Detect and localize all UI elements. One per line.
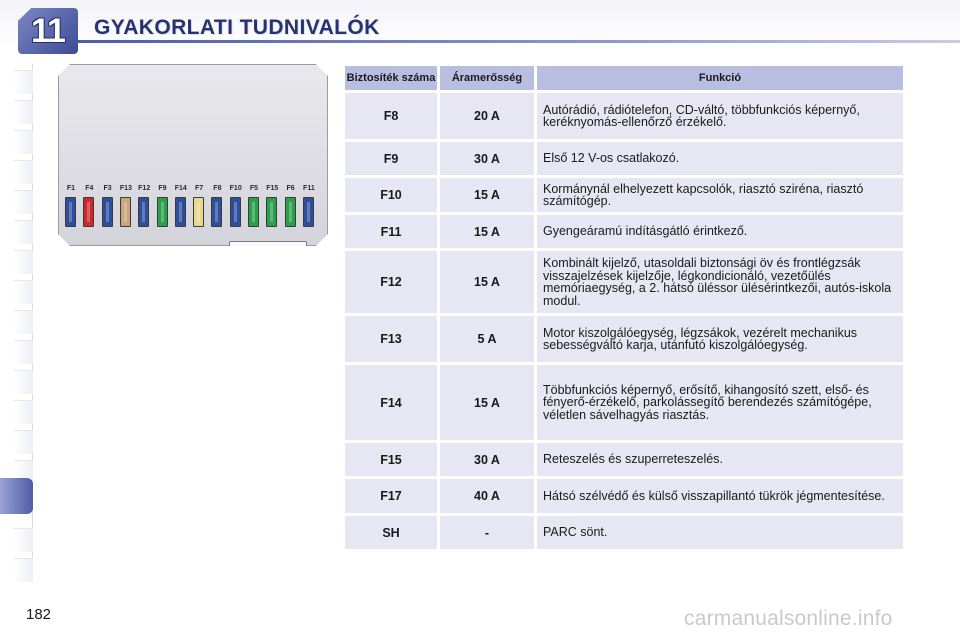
function-cell: PARC sönt. [537, 516, 903, 549]
index-tab[interactable] [14, 340, 33, 364]
fuse-label: F6 [286, 185, 295, 192]
fuse-label: F1 [66, 185, 76, 192]
table-row: F8 20 A Autórádió, rádiótelefon, CD-váltó,… [345, 93, 903, 139]
table-row: F13 5 A Motor kiszolgálóegység, légzsákok,… [345, 316, 903, 362]
index-tab-active[interactable] [0, 478, 33, 514]
fuse [248, 197, 259, 227]
fuse-label: F15 [266, 185, 279, 192]
fuse-label: F12 [138, 185, 151, 192]
index-tab[interactable] [14, 190, 33, 214]
fuse [83, 197, 95, 227]
fuse [229, 197, 241, 227]
fuse-number-cell: SH [345, 516, 440, 549]
fuse-label: F10 [229, 185, 242, 192]
header-amperage: Áramerősség [440, 66, 537, 90]
index-tab[interactable] [14, 528, 33, 552]
fuse-number-cell: F13 [345, 316, 440, 362]
fuse [156, 197, 168, 227]
fuse-number-cell: F17 [345, 479, 440, 513]
function-cell: Első 12 V-os csatlakozó. [537, 142, 903, 175]
table-row: F12 15 A Kombinált kijelző, utasoldali biz… [345, 251, 903, 313]
fuse-label: F7 [195, 185, 204, 192]
fuse-label: F4 [85, 185, 94, 192]
fuse-number-cell: F11 [345, 215, 440, 248]
amperage-cell: 15 A [440, 251, 537, 313]
section-title: GYAKORLATI TUDNIVALÓK [94, 16, 380, 39]
fuse [65, 197, 76, 227]
fuse-label: F5 [249, 185, 259, 192]
amperage-cell: 15 A [440, 178, 537, 212]
amperage-cell: 30 A [440, 443, 537, 476]
table-row: F11 15 A Gyengeáramú indításgátló érintkez… [345, 215, 903, 248]
header-fuse-number: Biztosíték száma [345, 66, 440, 90]
fuse-label: F8 [213, 185, 222, 192]
function-cell: Többfunkciós képernyő, erősítő, kihangos… [537, 365, 903, 440]
index-tab[interactable] [14, 160, 33, 184]
table-row: F15 30 A Reteszelés és szuperreteszelés. [345, 443, 903, 476]
index-tab[interactable] [14, 400, 33, 424]
table-row: F17 40 A Hátsó szélvédő és külső visszapil… [345, 479, 903, 513]
fuse [266, 197, 278, 227]
index-tab[interactable] [14, 370, 33, 394]
amperage-cell: 5 A [440, 316, 537, 362]
amperage-cell: - [440, 516, 537, 549]
fuse-number-cell: F15 [345, 443, 440, 476]
fuse-label: F3 [103, 185, 112, 192]
fuse-number-cell: F8 [345, 93, 440, 139]
fuse [101, 197, 113, 227]
fuse-number-cell: F12 [345, 251, 440, 313]
fuse-number-cell: F14 [345, 365, 440, 440]
function-cell: Motor kiszolgálóegység, légzsákok, vezér… [537, 316, 903, 362]
header-function: Funkció [537, 66, 903, 90]
sh-label: SH [274, 245, 287, 255]
fuse [138, 197, 150, 227]
index-tab[interactable] [14, 100, 33, 124]
function-cell: Autórádió, rádiótelefon, CD-váltó, többf… [537, 93, 903, 139]
table-header-row: Biztosíték száma Áramerősség Funkció [345, 66, 903, 90]
sh-shunt-slot: SH [229, 241, 307, 257]
amperage-cell: 15 A [440, 365, 537, 440]
fuse-label: F14 [174, 185, 187, 192]
index-tab[interactable] [14, 310, 33, 334]
table-row: F9 30 A Első 12 V-os csatlakozó. [345, 142, 903, 175]
amperage-cell: 30 A [440, 142, 537, 175]
table-row: F10 15 A Kormánynál elhelyezett kapcsolók,… [345, 178, 903, 212]
fuse [174, 197, 186, 227]
amperage-cell: 40 A [440, 479, 537, 513]
fuse [211, 197, 223, 227]
index-tab[interactable] [14, 430, 33, 454]
fuse-box-diagram: F1F4F3F13F12F9F14F7F8F10F5F15F6F11 SH F1… [58, 64, 328, 246]
fuse-label: F13 [119, 185, 132, 192]
amperage-cell: 15 A [440, 215, 537, 248]
fuse-label: F9 [158, 185, 167, 192]
page-number: 182 [26, 606, 52, 623]
index-tab[interactable] [14, 280, 33, 304]
index-tab[interactable] [14, 130, 33, 154]
function-cell: Hátsó szélvédő és külső visszapillantó t… [537, 479, 903, 513]
index-tab[interactable] [14, 70, 33, 94]
chapter-badge: 11 [18, 8, 78, 54]
amperage-cell: 20 A [440, 93, 537, 139]
fuse [119, 197, 131, 227]
function-cell: Kormánynál elhelyezett kapcsolók, riaszt… [537, 178, 903, 212]
fuse-label: F11 [303, 185, 315, 192]
fuse-number-cell: F10 [345, 178, 440, 212]
function-cell: Kombinált kijelző, utasoldali biztonsági… [537, 251, 903, 313]
sh-shunt [242, 247, 270, 257]
header-rule [60, 40, 960, 43]
index-tab[interactable] [14, 558, 33, 582]
watermark: carmanualsonline.info [684, 607, 893, 630]
fuse-table: Biztosíték száma Áramerősség Funkció F8 2… [345, 63, 903, 552]
table-row: SH - PARC sönt. [345, 516, 903, 549]
index-tab[interactable] [14, 220, 33, 244]
function-cell: Gyengeáramú indításgátló érintkező. [537, 215, 903, 248]
fuse-number-cell: F9 [345, 142, 440, 175]
function-cell: Reteszelés és szuperreteszelés. [537, 443, 903, 476]
fuse [302, 197, 314, 227]
index-tab[interactable] [14, 250, 33, 274]
fuse [193, 197, 205, 227]
fuse [284, 197, 296, 227]
table-row: F14 15 A Többfunkciós képernyő, erősítő, k… [345, 365, 903, 440]
